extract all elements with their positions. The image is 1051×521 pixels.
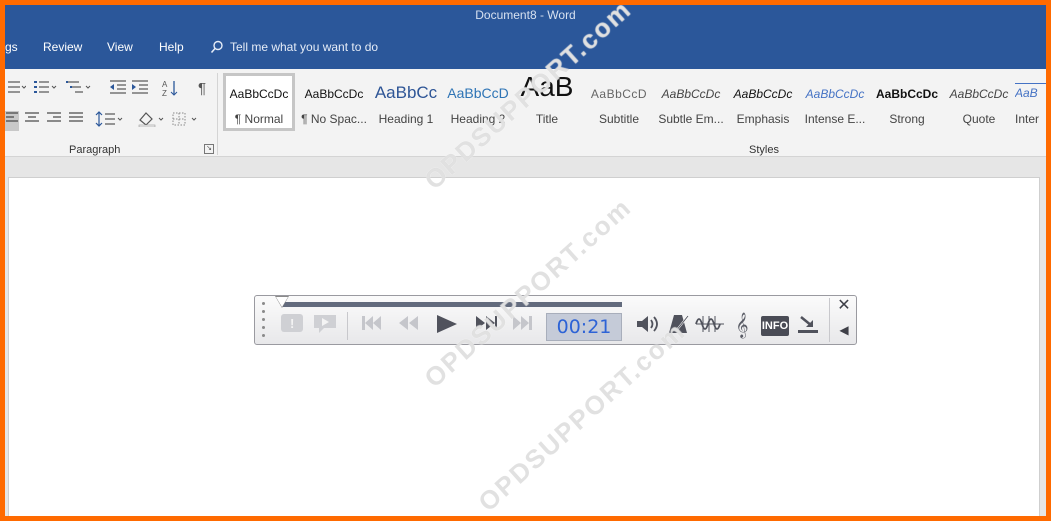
waveform-icon[interactable] — [695, 313, 725, 337]
alert-icon[interactable]: ! — [279, 313, 305, 337]
shading-icon[interactable] — [137, 111, 167, 131]
bullets-icon[interactable] — [5, 79, 27, 99]
play-icon[interactable] — [433, 313, 461, 337]
style-strong[interactable]: AaBbCcDc Strong — [871, 73, 943, 131]
increase-indent-icon[interactable] — [129, 79, 151, 99]
style-no-spacing[interactable]: AaBbCcDc ¶ No Spac... — [298, 73, 370, 131]
search-icon — [210, 40, 223, 54]
tell-me-text: Tell me what you want to do — [230, 40, 379, 54]
borders-icon[interactable] — [171, 111, 201, 131]
svg-text:Z: Z — [162, 89, 167, 97]
paragraph-dialog-launcher-icon[interactable]: ↘ — [204, 144, 214, 154]
window-title: Document8 - Word — [475, 8, 576, 22]
app-frame: Document8 - Word gs Review View Help Tel… — [5, 5, 1046, 516]
align-center-icon[interactable] — [21, 111, 43, 131]
drag-grip-handle[interactable] — [261, 302, 267, 338]
skip-to-start-icon[interactable] — [359, 313, 383, 337]
treble-clef-icon[interactable]: 𝄞 — [731, 313, 753, 337]
decrease-indent-icon[interactable] — [107, 79, 129, 99]
justify-icon[interactable] — [65, 111, 87, 131]
style-emphasis[interactable]: AaBbCcDc Emphasis — [727, 73, 799, 131]
menu-tab-review[interactable]: Review — [43, 40, 82, 54]
svg-text:A: A — [162, 80, 168, 89]
style-intense-emphasis[interactable]: AaBbCcDc Intense E... — [799, 73, 871, 131]
tell-me-search[interactable]: Tell me what you want to do — [210, 38, 378, 56]
style-intense-quote[interactable]: AaB Inter — [1015, 73, 1046, 131]
seek-thumb[interactable] — [276, 297, 288, 307]
seek-bar[interactable] — [282, 302, 622, 307]
close-icon[interactable]: ✕ — [834, 297, 854, 315]
subtitle-bubble-icon[interactable] — [311, 313, 339, 337]
style-heading-1[interactable]: AaBbCc Heading 1 — [370, 73, 442, 131]
rewind-icon[interactable] — [395, 313, 421, 337]
divider — [347, 312, 348, 340]
title-bar: Document8 - Word gs Review View Help Tel… — [5, 5, 1046, 69]
show-formatting-marks-icon[interactable]: ¶ — [191, 79, 213, 99]
divider — [829, 298, 830, 342]
numbering-icon[interactable] — [33, 79, 57, 99]
media-player-toolbar[interactable]: ! 00:21 𝄞 INFO ✕ ◀ — [254, 295, 857, 345]
collapse-arrow-icon[interactable]: ◀ — [834, 320, 854, 340]
mark-download-icon[interactable] — [795, 313, 821, 337]
menu-tab-partial[interactable]: gs — [5, 40, 18, 54]
align-right-icon[interactable] — [43, 111, 65, 131]
style-quote[interactable]: AaBbCcDc Quote — [943, 73, 1015, 131]
multilevel-list-icon[interactable] — [65, 79, 91, 99]
info-button[interactable]: INFO — [761, 316, 789, 336]
style-normal[interactable]: AaBbCcDc ¶ Normal — [223, 73, 295, 131]
align-left-icon[interactable] — [5, 111, 19, 131]
style-subtitle[interactable]: AaBbCcD Subtitle — [583, 73, 655, 131]
menu-tab-view[interactable]: View — [107, 40, 133, 54]
svg-text:!: ! — [290, 316, 294, 331]
group-separator — [217, 73, 218, 155]
styles-group-label: Styles — [749, 144, 779, 156]
paragraph-group-label: Paragraph — [69, 144, 121, 156]
line-spacing-icon[interactable] — [95, 111, 125, 131]
sort-icon[interactable]: AZ — [159, 79, 181, 99]
menu-tab-help[interactable]: Help — [159, 40, 184, 54]
style-subtle-emphasis[interactable]: AaBbCcDc Subtle Em... — [655, 73, 727, 131]
time-display: 00:21 — [546, 313, 622, 341]
